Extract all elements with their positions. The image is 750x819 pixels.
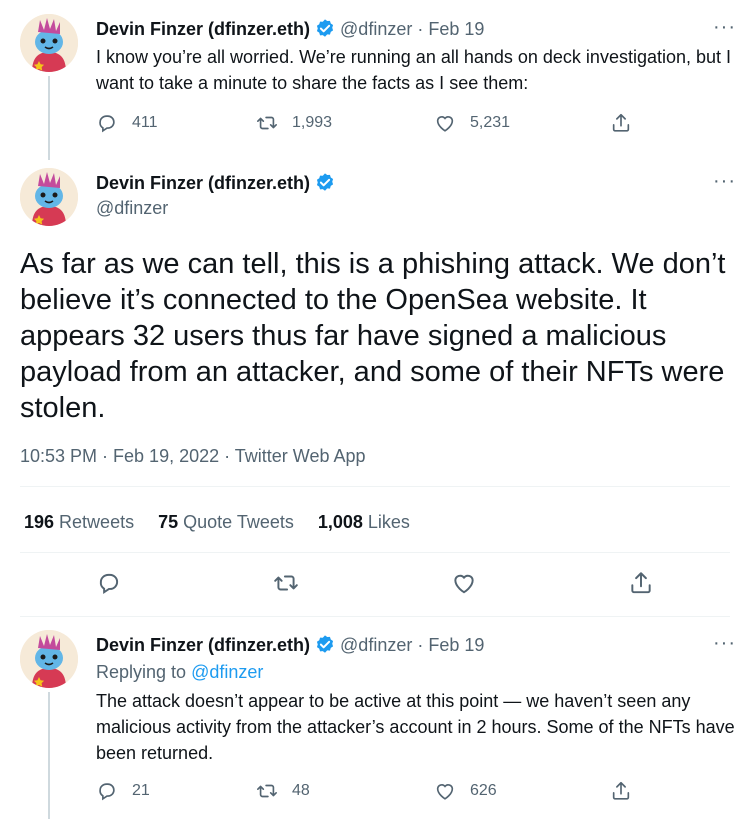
share-icon[interactable] bbox=[628, 570, 654, 596]
share-icon bbox=[610, 112, 632, 134]
more-options-icon[interactable]: ··· bbox=[713, 632, 736, 655]
retweet-button[interactable]: 1,993 bbox=[256, 112, 434, 134]
handle[interactable]: @dfinzer bbox=[96, 198, 168, 219]
share-button[interactable] bbox=[610, 780, 632, 802]
tweet-header: Devin Finzer (dfinzer.eth) @dfinzer · Fe… bbox=[96, 634, 484, 656]
avatar[interactable] bbox=[20, 168, 78, 226]
retweets-label: Retweets bbox=[59, 512, 135, 532]
verified-badge-icon bbox=[314, 172, 336, 194]
reply-icon bbox=[96, 780, 118, 802]
tweet-parent[interactable]: Devin Finzer (dfinzer.eth) @dfinzer · Fe… bbox=[0, 0, 750, 160]
likes-stat[interactable]: 1,008 Likes bbox=[318, 512, 410, 533]
tweet-header: Devin Finzer (dfinzer.eth) @dfinzer · Fe… bbox=[96, 18, 484, 40]
like-button[interactable]: 626 bbox=[434, 780, 610, 802]
separator-dot: · bbox=[417, 634, 424, 655]
like-button[interactable]: 5,231 bbox=[434, 112, 610, 134]
tweet-header: Devin Finzer (dfinzer.eth) bbox=[96, 172, 340, 194]
quote-tweets-label: Quote Tweets bbox=[183, 512, 294, 532]
tweet-focused: Devin Finzer (dfinzer.eth) @dfinzer ··· … bbox=[0, 160, 750, 620]
tweet-actions: 21 48 626 bbox=[96, 780, 632, 802]
display-name[interactable]: Devin Finzer (dfinzer.eth) bbox=[96, 635, 310, 656]
reply-count: 411 bbox=[132, 114, 158, 131]
divider bbox=[20, 616, 730, 617]
share-icon bbox=[610, 780, 632, 802]
more-options-icon[interactable]: ··· bbox=[713, 16, 736, 39]
quote-tweets-stat[interactable]: 75 Quote Tweets bbox=[158, 512, 294, 533]
quote-tweets-count: 75 bbox=[158, 512, 179, 532]
tweet-timestamp[interactable]: 10:53 PM · Feb 19, 2022 · Twitter Web Ap… bbox=[20, 446, 366, 467]
avatar-image bbox=[20, 14, 78, 72]
display-name[interactable]: Devin Finzer (dfinzer.eth) bbox=[96, 173, 310, 194]
tweet-actions bbox=[20, 570, 730, 596]
avatar[interactable] bbox=[20, 14, 78, 72]
retweet-count: 48 bbox=[292, 782, 310, 799]
retweets-stat[interactable]: 196 Retweets bbox=[24, 512, 134, 533]
like-count: 626 bbox=[470, 782, 497, 799]
handle-row: @dfinzer bbox=[96, 198, 168, 219]
more-options-icon[interactable]: ··· bbox=[713, 170, 736, 193]
like-icon bbox=[434, 112, 456, 134]
retweet-icon[interactable] bbox=[273, 570, 299, 596]
avatar-image bbox=[20, 168, 78, 226]
thread-line bbox=[48, 76, 50, 160]
retweet-count: 1,993 bbox=[292, 114, 333, 131]
like-icon[interactable] bbox=[451, 570, 477, 596]
retweet-button[interactable]: 48 bbox=[256, 780, 434, 802]
reply-button[interactable]: 411 bbox=[96, 112, 256, 134]
divider bbox=[20, 552, 730, 553]
avatar[interactable] bbox=[20, 630, 78, 688]
reply-icon bbox=[96, 112, 118, 134]
display-name[interactable]: Devin Finzer (dfinzer.eth) bbox=[96, 19, 310, 40]
divider bbox=[20, 486, 730, 487]
handle[interactable]: @dfinzer bbox=[340, 19, 412, 40]
tweet-date[interactable]: Feb 19 bbox=[428, 635, 484, 656]
reply-button[interactable]: 21 bbox=[96, 780, 256, 802]
reply-icon[interactable] bbox=[96, 570, 122, 596]
engagement-stats: 196 Retweets 75 Quote Tweets 1,008 Likes bbox=[24, 512, 434, 533]
likes-label: Likes bbox=[367, 512, 410, 532]
tweet-date[interactable]: Feb 19 bbox=[428, 19, 484, 40]
retweets-count: 196 bbox=[24, 512, 55, 532]
retweet-icon bbox=[256, 780, 278, 802]
separator-dot: · bbox=[417, 18, 424, 39]
tweet-text: The attack doesn’t appear to be active a… bbox=[96, 691, 735, 763]
likes-count: 1,008 bbox=[317, 512, 363, 532]
replying-to-handle[interactable]: @dfinzer bbox=[191, 662, 263, 682]
tweet-text: As far as we can tell, this is a phishin… bbox=[20, 248, 726, 424]
verified-badge-icon bbox=[314, 18, 336, 40]
handle[interactable]: @dfinzer bbox=[340, 635, 412, 656]
replying-to: Replying to @dfinzer bbox=[96, 662, 263, 683]
like-count: 5,231 bbox=[470, 114, 511, 131]
tweet-actions: 411 1,993 5,231 bbox=[96, 112, 632, 134]
verified-badge-icon bbox=[314, 634, 336, 656]
reply-count: 21 bbox=[132, 782, 150, 799]
retweet-icon bbox=[256, 112, 278, 134]
avatar-image bbox=[20, 630, 78, 688]
share-button[interactable] bbox=[610, 112, 632, 134]
tweet-text: I know you’re all worried. We’re running… bbox=[96, 47, 732, 93]
thread-line bbox=[48, 692, 50, 819]
tweet-reply[interactable]: Devin Finzer (dfinzer.eth) @dfinzer · Fe… bbox=[0, 620, 750, 819]
replying-to-label: Replying to bbox=[96, 662, 187, 682]
like-icon bbox=[434, 780, 456, 802]
